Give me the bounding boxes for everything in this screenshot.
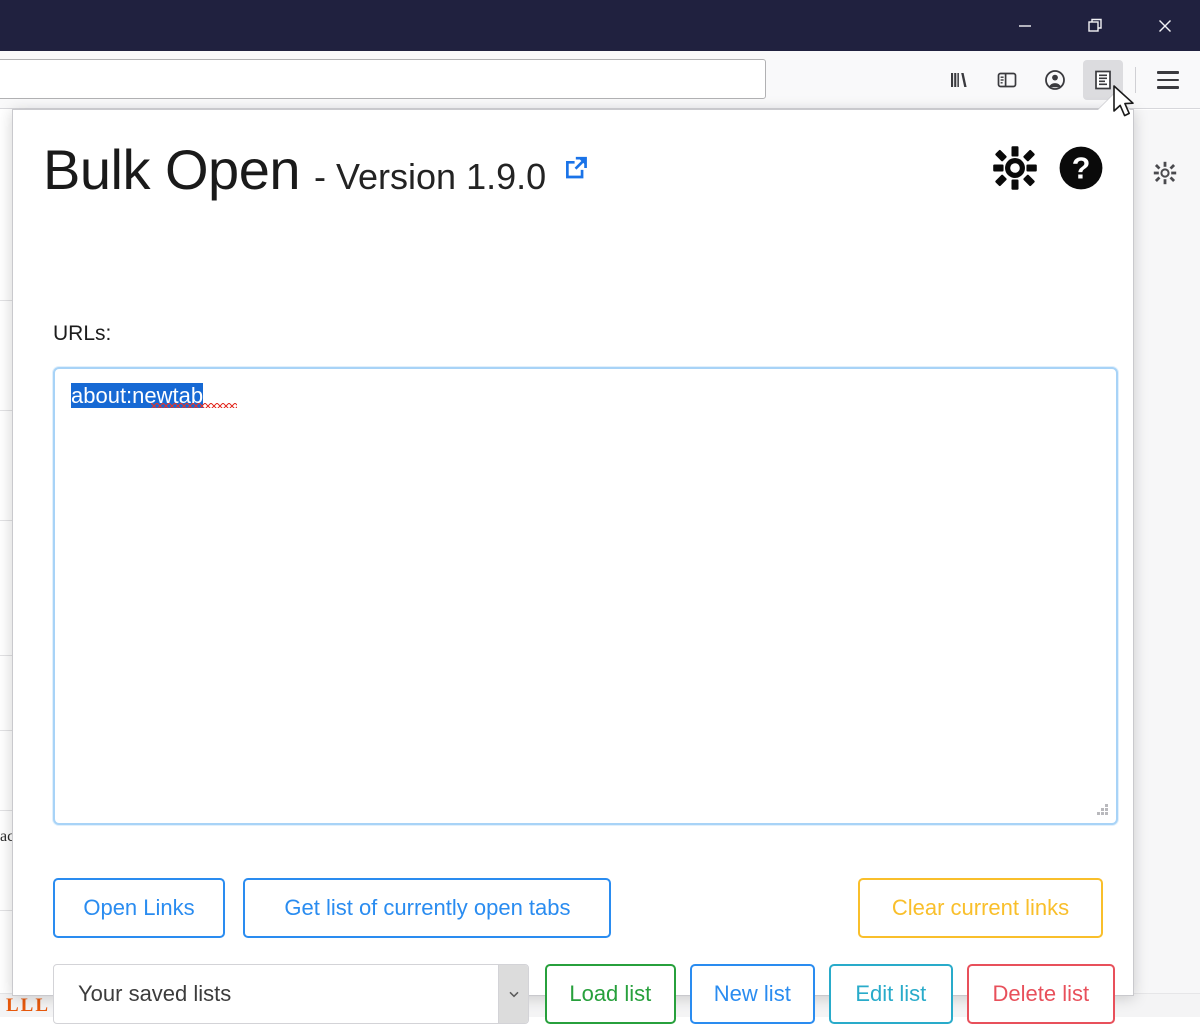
browser-toolbar: [0, 51, 1200, 109]
help-circle-icon[interactable]: ?: [1057, 144, 1105, 197]
new-list-button[interactable]: New list: [690, 964, 816, 1024]
saved-lists-selected-value: Your saved lists: [54, 981, 231, 1007]
mouse-cursor: [1112, 84, 1138, 127]
resize-grip-icon[interactable]: [1097, 804, 1109, 816]
edit-list-button[interactable]: Edit list: [829, 964, 953, 1024]
urls-text-wrap: about:newtab: [71, 383, 203, 409]
chevron-down-icon[interactable]: [498, 965, 528, 1023]
urls-label: URLs:: [53, 322, 111, 346]
restore-button[interactable]: [1072, 6, 1118, 46]
gear-icon[interactable]: [991, 144, 1039, 197]
popup-header-actions: ?: [991, 144, 1105, 197]
get-open-tabs-button[interactable]: Get list of currently open tabs: [243, 878, 611, 938]
minimize-button[interactable]: [1002, 6, 1048, 46]
window-titlebar: [0, 0, 1200, 51]
urls-value: about:newtab: [71, 383, 203, 408]
popup-header: Bulk Open - Version 1.9.0: [43, 142, 1117, 198]
primary-action-row: Open Links Get list of currently open ta…: [53, 878, 1115, 938]
page-title: Bulk Open: [43, 142, 300, 198]
clear-current-links-button[interactable]: Clear current links: [858, 878, 1103, 938]
version-label: - Version 1.9.0: [314, 159, 546, 195]
gear-icon[interactable]: [1152, 160, 1178, 191]
popup-title-group: Bulk Open - Version 1.9.0: [43, 142, 590, 198]
address-bar-input[interactable]: [0, 59, 766, 99]
library-icon[interactable]: [939, 60, 979, 100]
close-button[interactable]: [1142, 6, 1188, 46]
page-right-panel: [1132, 110, 1200, 1017]
urls-textarea[interactable]: about:newtab: [53, 367, 1118, 825]
sidebar-icon[interactable]: [987, 60, 1027, 100]
external-link-icon[interactable]: [562, 154, 590, 187]
svg-text:?: ?: [1072, 151, 1091, 185]
hamburger-menu-icon[interactable]: [1148, 60, 1188, 100]
load-list-button[interactable]: Load list: [545, 964, 675, 1024]
bulk-open-popup-panel: Bulk Open - Version 1.9.0: [12, 109, 1134, 996]
saved-lists-select[interactable]: Your saved lists: [53, 964, 529, 1024]
toolbar-icon-group: [935, 51, 1200, 109]
open-links-button[interactable]: Open Links: [53, 878, 225, 938]
account-icon[interactable]: [1035, 60, 1075, 100]
delete-list-button[interactable]: Delete list: [967, 964, 1115, 1024]
saved-lists-row: Your saved lists Load list New list Edit…: [53, 964, 1115, 1024]
